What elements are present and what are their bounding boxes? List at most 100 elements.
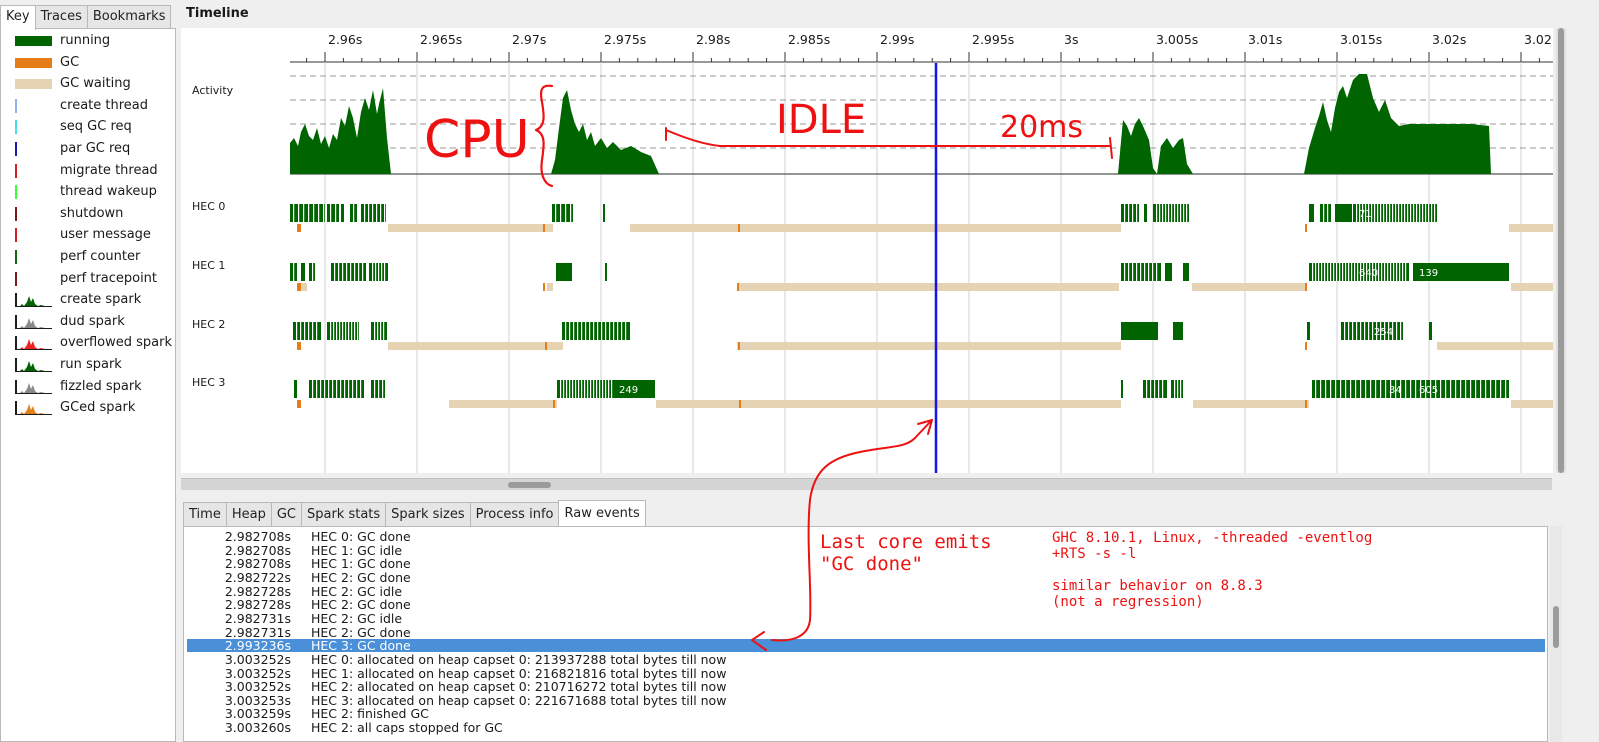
gc-bar[interactable] bbox=[738, 342, 740, 350]
running-bar[interactable] bbox=[1121, 263, 1161, 281]
gc-waiting-bar[interactable] bbox=[656, 400, 1121, 408]
running-bar[interactable] bbox=[309, 263, 315, 281]
running-bar[interactable] bbox=[1183, 263, 1189, 281]
running-bar[interactable] bbox=[293, 322, 321, 340]
running-bar[interactable] bbox=[1312, 380, 1509, 398]
running-bar[interactable] bbox=[1307, 322, 1310, 340]
event-row[interactable]: 2.982731s HEC 2: GC done bbox=[187, 626, 1545, 639]
gc-waiting-bar[interactable] bbox=[1192, 283, 1307, 291]
gc-bar[interactable] bbox=[543, 224, 545, 232]
event-row[interactable]: 3.003252s HEC 0: allocated on heap capset… bbox=[187, 653, 1545, 666]
running-bar[interactable] bbox=[327, 204, 339, 222]
running-bar[interactable] bbox=[1121, 380, 1123, 398]
gc-bar[interactable] bbox=[543, 283, 545, 291]
gc-waiting-bar[interactable] bbox=[1509, 224, 1553, 232]
tab-time[interactable]: Time bbox=[183, 502, 227, 526]
running-bar[interactable] bbox=[556, 263, 572, 281]
timeline-canvas[interactable]: 2.96s 2.965s 2.97s 2.975s 2.98s 2.985s 2.99s 2.… bbox=[181, 28, 1553, 473]
tab-key[interactable]: Key bbox=[0, 5, 36, 30]
running-bar[interactable] bbox=[1121, 322, 1158, 340]
events-scroll-thumb[interactable] bbox=[1553, 606, 1559, 648]
event-row[interactable]: 2.982728s HEC 2: GC idle bbox=[187, 585, 1545, 598]
tab-raw-events[interactable]: Raw events bbox=[558, 500, 646, 526]
running-bar[interactable] bbox=[1165, 263, 1172, 281]
tab-bookmarks[interactable]: Bookmarks bbox=[86, 5, 172, 29]
tab-spark-stats[interactable]: Spark stats bbox=[300, 502, 387, 526]
events-vertical-scrollbar[interactable] bbox=[1550, 526, 1562, 742]
gc-waiting-bar[interactable] bbox=[737, 342, 1121, 350]
gc-bar[interactable] bbox=[737, 283, 739, 291]
gc-waiting-bar[interactable] bbox=[1511, 400, 1553, 408]
gc-bar[interactable] bbox=[1305, 283, 1307, 291]
gc-waiting-bar[interactable] bbox=[388, 342, 563, 350]
running-bar[interactable] bbox=[603, 204, 605, 222]
running-bar[interactable] bbox=[1121, 204, 1139, 222]
running-bar[interactable] bbox=[290, 263, 297, 281]
gc-waiting-bar[interactable] bbox=[630, 224, 1121, 232]
timeline-vertical-scrollbar[interactable] bbox=[1556, 28, 1566, 473]
running-bar[interactable] bbox=[1171, 380, 1183, 398]
running-bar[interactable] bbox=[1143, 380, 1167, 398]
running-bar[interactable] bbox=[1144, 204, 1147, 222]
event-row[interactable]: 3.003260s HEC 2: all caps stopped for GC bbox=[187, 721, 1545, 734]
gc-bar[interactable] bbox=[1305, 224, 1307, 232]
tab-heap[interactable]: Heap bbox=[225, 502, 272, 526]
gc-waiting-bar[interactable] bbox=[547, 283, 553, 291]
running-bar[interactable] bbox=[331, 263, 366, 281]
running-bar[interactable] bbox=[1153, 204, 1189, 222]
running-bar[interactable] bbox=[1320, 204, 1331, 222]
gc-bar[interactable] bbox=[1305, 400, 1307, 408]
gc-waiting-bar[interactable] bbox=[1437, 342, 1553, 350]
gc-bar[interactable] bbox=[297, 342, 301, 350]
running-bar[interactable] bbox=[327, 322, 359, 340]
running-bar[interactable] bbox=[1429, 322, 1432, 340]
running-bar[interactable] bbox=[1335, 204, 1352, 222]
running-bar[interactable] bbox=[562, 322, 630, 340]
event-row[interactable]: 3.003253s HEC 3: allocated on heap capset… bbox=[187, 694, 1545, 707]
tab-spark-sizes[interactable]: Spark sizes bbox=[385, 502, 471, 526]
gc-waiting-bar[interactable] bbox=[1511, 283, 1553, 291]
timeline-scroll-thumb[interactable] bbox=[508, 482, 551, 488]
gc-waiting-bar[interactable] bbox=[737, 283, 1119, 291]
running-bar[interactable] bbox=[552, 204, 573, 222]
running-bar[interactable] bbox=[361, 204, 386, 222]
running-bar[interactable] bbox=[369, 263, 388, 281]
running-bar[interactable] bbox=[309, 380, 364, 398]
event-row[interactable]: 3.003259s HEC 2: finished GC bbox=[187, 707, 1545, 720]
gc-waiting-bar[interactable] bbox=[301, 283, 307, 291]
gc-bar[interactable] bbox=[545, 342, 547, 350]
event-row[interactable]: 2.982728s HEC 2: GC done bbox=[187, 598, 1545, 611]
gc-bar[interactable] bbox=[297, 400, 301, 408]
timeline-horizontal-scrollbar[interactable] bbox=[181, 478, 1552, 490]
running-bar[interactable] bbox=[350, 204, 357, 222]
gc-bar[interactable] bbox=[739, 400, 741, 408]
gc-waiting-bar[interactable] bbox=[449, 400, 557, 408]
running-bar[interactable] bbox=[1173, 322, 1183, 340]
gc-bar[interactable] bbox=[297, 224, 301, 232]
event-row[interactable]: 2.993236s HEC 3: GC done bbox=[187, 639, 1545, 653]
gc-bar[interactable] bbox=[297, 283, 301, 291]
running-bar[interactable] bbox=[290, 204, 325, 222]
event-row[interactable]: 3.003252s HEC 1: allocated on heap capset… bbox=[187, 667, 1545, 680]
running-bar[interactable] bbox=[371, 322, 387, 340]
running-bar[interactable] bbox=[1341, 322, 1403, 340]
annotation-similar-behavior: similar behavior on 8.8.3 (not a regress… bbox=[1052, 578, 1263, 610]
gc-waiting-bar[interactable] bbox=[388, 224, 553, 232]
tab-process-info[interactable]: Process info bbox=[469, 502, 560, 526]
running-bar[interactable] bbox=[301, 263, 305, 281]
event-row[interactable]: 3.003252s HEC 2: allocated on heap capset… bbox=[187, 680, 1545, 693]
running-bar[interactable] bbox=[605, 263, 607, 281]
running-bar[interactable] bbox=[1309, 204, 1314, 222]
running-bar[interactable] bbox=[341, 204, 344, 222]
gc-bar[interactable] bbox=[738, 224, 740, 232]
running-bar[interactable] bbox=[294, 380, 297, 398]
tab-gc[interactable]: GC bbox=[270, 502, 302, 526]
running-bar[interactable] bbox=[371, 380, 385, 398]
event-row[interactable]: 2.982731s HEC 2: GC idle bbox=[187, 612, 1545, 625]
timeline-view[interactable]: 2.96s 2.965s 2.97s 2.975s 2.98s 2.985s 2.99s 2.… bbox=[181, 28, 1553, 473]
tab-traces[interactable]: Traces bbox=[34, 5, 88, 29]
gc-bar[interactable] bbox=[1305, 342, 1307, 350]
gc-waiting-bar[interactable] bbox=[1193, 400, 1309, 408]
timeline-vertical-scroll-thumb[interactable] bbox=[1558, 28, 1564, 473]
gc-bar[interactable] bbox=[553, 400, 555, 408]
